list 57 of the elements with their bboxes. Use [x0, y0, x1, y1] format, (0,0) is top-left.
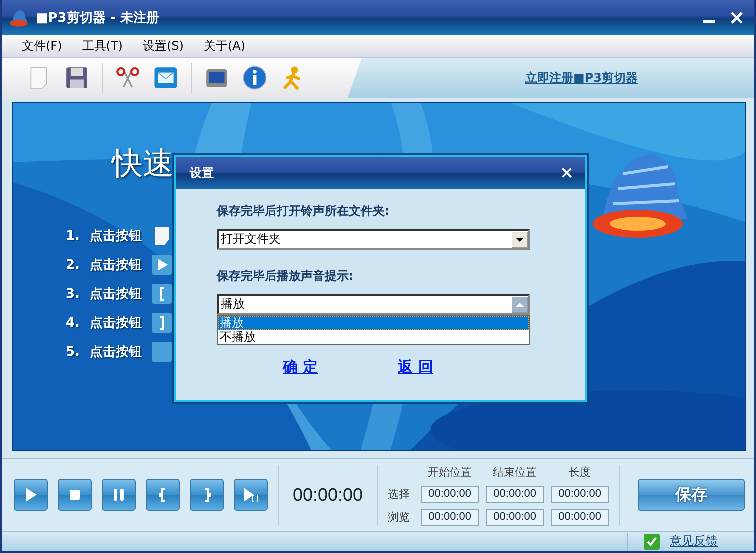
row-label: 浏览	[388, 510, 412, 524]
checkmark-icon	[644, 534, 660, 550]
column-header: 长度	[568, 466, 592, 480]
play-button[interactable]	[14, 479, 48, 511]
step-label: 点击按钮	[90, 257, 142, 274]
time-field[interactable]: 00:00:00	[486, 508, 544, 526]
bracket-icon	[152, 284, 172, 304]
menu-item[interactable]: 设置(S)	[142, 38, 184, 54]
time-field[interactable]: 00:00:00	[421, 486, 480, 502]
close-icon[interactable]	[561, 167, 573, 179]
pause-button[interactable]	[102, 479, 136, 511]
dropdown-option[interactable]: 播放	[218, 316, 529, 330]
info-icon[interactable]	[242, 64, 268, 92]
field-label: 保存完毕后播放声音提示:	[217, 268, 354, 285]
quick-start-title: 快速	[112, 145, 174, 184]
bracket-icon	[152, 313, 172, 333]
button-icon	[152, 342, 172, 362]
menu-item[interactable]: 文件(F)	[22, 38, 62, 54]
step-label: 点击按钮	[90, 344, 142, 361]
window-title: ■P3剪切器 - 未注册	[36, 10, 160, 26]
play-selection-icon	[241, 485, 261, 505]
step-number: 1.	[66, 228, 80, 244]
time-field[interactable]: 00:00:00	[551, 508, 610, 526]
row-label: 选择	[388, 488, 412, 502]
bracket-button[interactable]	[190, 479, 224, 511]
column-header: 结束位置	[492, 466, 538, 480]
register-link[interactable]: 立即注册■P3剪切器	[526, 70, 638, 86]
menu-item[interactable]: 工具(T)	[82, 38, 123, 54]
play-icon	[152, 255, 172, 275]
column-header: 开始位置	[427, 466, 474, 480]
play-selection-button[interactable]	[234, 479, 268, 511]
stop-button[interactable]	[58, 479, 92, 511]
bracket-icon	[203, 488, 211, 502]
time-field[interactable]: 00:00:00	[421, 508, 480, 526]
step-number: 4.	[66, 316, 80, 330]
time-display: 00:00:00	[292, 484, 364, 506]
bracket-button[interactable]	[146, 479, 180, 511]
dropdown-arrow-icon[interactable]	[512, 232, 528, 248]
bracket-icon	[159, 488, 167, 502]
step-number: 5.	[66, 344, 80, 360]
feedback-link[interactable]: 意见反馈	[670, 533, 718, 550]
close-icon[interactable]	[730, 10, 744, 24]
dialog-title: 设置	[190, 164, 214, 182]
step-label: 点击按钮	[90, 228, 142, 245]
step-number: 3.	[66, 286, 80, 302]
page-icon	[152, 226, 172, 246]
time-field[interactable]: 00:00:00	[551, 486, 610, 502]
field-label: 保存完毕后打开铃声所在文件夹:	[217, 203, 390, 220]
step-label: 点击按钮	[90, 315, 142, 332]
dropdown[interactable]: 打开文件夹	[217, 229, 530, 250]
dialog-link-button[interactable]: 确 定	[283, 358, 318, 377]
step-number: 2.	[66, 258, 80, 272]
step-label: 点击按钮	[90, 286, 142, 303]
dialog-link-button[interactable]: 返 回	[398, 358, 434, 377]
time-field[interactable]: 00:00:00	[486, 486, 544, 502]
dropdown-option[interactable]: 不播放	[218, 330, 529, 344]
menu-item[interactable]: 关于(A)	[204, 38, 246, 54]
